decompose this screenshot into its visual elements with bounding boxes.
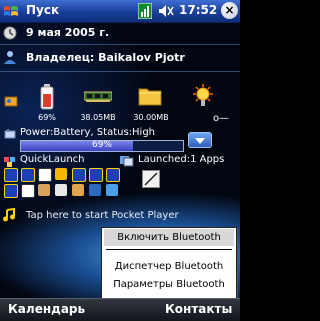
launched-apps-label[interactable]: Launched:1 Apps <box>138 154 224 165</box>
right-softkey-contacts[interactable]: Контакты <box>165 302 232 316</box>
menu-item-enable-bluetooth[interactable]: Включить Bluetooth <box>102 229 236 246</box>
app-icon[interactable] <box>89 184 101 196</box>
power-icon <box>4 129 16 139</box>
memory-icon[interactable] <box>84 84 112 108</box>
divider <box>0 44 240 45</box>
launched-app-icon[interactable] <box>142 170 160 188</box>
battery-progress-bar: 69% <box>20 140 184 152</box>
app-icon[interactable] <box>72 184 84 196</box>
date-row[interactable]: 9 мая 2005 г. <box>26 26 109 39</box>
app-icon[interactable] <box>21 184 35 198</box>
bluetooth-context-menu: Включить Bluetooth Диспетчер Bluetooth П… <box>101 227 237 299</box>
left-softkey-calendar[interactable]: Календарь <box>8 302 85 316</box>
app-icon[interactable] <box>38 184 50 196</box>
app-icon[interactable] <box>55 168 67 180</box>
settings-icon[interactable] <box>4 94 18 108</box>
pocket-player-row[interactable]: Tap here to start Pocket Player <box>26 210 179 221</box>
power-status-text: Power:Battery, Status:High <box>20 127 156 138</box>
music-note-icon <box>3 208 15 222</box>
memory-label: 38.05MB <box>80 113 116 122</box>
app-icon[interactable] <box>72 168 86 182</box>
brightness-icon[interactable] <box>193 84 213 108</box>
windows-start-icon[interactable] <box>3 3 19 19</box>
launched-apps-icon <box>120 156 134 167</box>
menu-item-bluetooth-settings[interactable]: Параметры Bluetooth <box>102 276 236 293</box>
app-icon[interactable] <box>106 168 120 182</box>
app-icon[interactable] <box>38 168 52 182</box>
app-icon[interactable] <box>4 168 18 182</box>
battery-icon[interactable] <box>40 84 54 110</box>
menu-item-bluetooth-manager[interactable]: Диспетчер Bluetooth <box>102 258 236 275</box>
clock[interactable]: 17:52 <box>179 3 217 17</box>
power-dropdown-button[interactable] <box>188 132 212 148</box>
chevron-down-icon <box>195 138 205 144</box>
battery-progress-label: 69% <box>91 140 112 150</box>
folder-label: 30.00MB <box>133 113 169 122</box>
quicklaunch-label[interactable]: QuickLaunch <box>20 154 85 165</box>
quicklaunch-icon <box>4 157 15 167</box>
menu-separator <box>106 249 232 250</box>
battery-percent-label: 69% <box>38 113 56 122</box>
divider <box>0 71 240 72</box>
app-icon[interactable] <box>55 184 67 196</box>
status-panel: 69% 38.05MB 30.00MB o— <box>0 80 240 125</box>
signal-icon[interactable] <box>138 3 152 19</box>
owner-row[interactable]: Владелец: Baikalov Pjotr <box>26 51 185 64</box>
volume-icon[interactable] <box>158 4 174 18</box>
folder-icon[interactable] <box>138 84 162 106</box>
app-icon[interactable] <box>106 184 118 196</box>
owner-icon <box>4 51 16 64</box>
app-icon[interactable] <box>89 168 103 182</box>
start-menu-button[interactable]: Пуск <box>26 3 59 17</box>
app-icon[interactable] <box>4 184 18 198</box>
close-button[interactable]: × <box>221 2 238 19</box>
app-icon[interactable] <box>21 168 35 182</box>
clock-icon <box>3 26 17 40</box>
brightness-slider-icon[interactable]: o— <box>206 113 236 124</box>
quicklaunch-icons <box>4 168 124 198</box>
